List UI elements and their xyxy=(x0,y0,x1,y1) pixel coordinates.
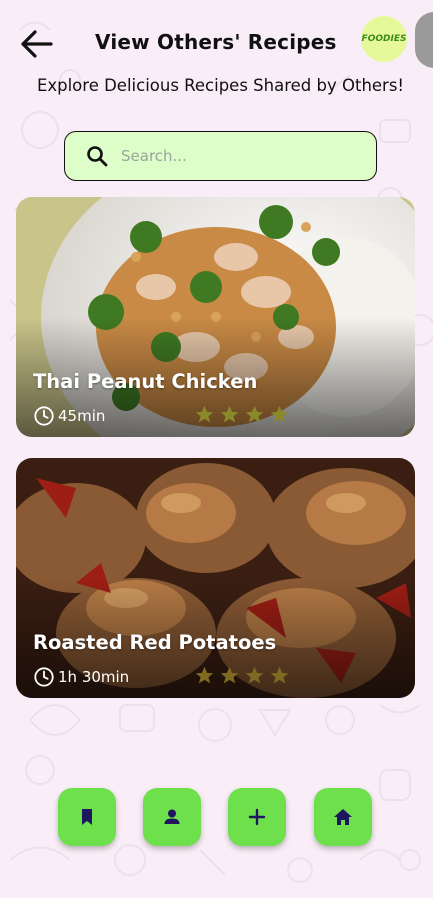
recipe-card[interactable]: Roasted Red Potatoes 1h 30min xyxy=(16,458,415,698)
star-icon xyxy=(270,666,289,684)
page-title: View Others' Recipes xyxy=(95,30,337,54)
star-icon xyxy=(270,405,289,423)
star-icon xyxy=(245,666,264,684)
back-button[interactable] xyxy=(18,26,54,62)
recipe-card[interactable]: Thai Peanut Chicken 45min xyxy=(16,197,415,437)
home-button[interactable] xyxy=(314,788,372,846)
star-icon xyxy=(245,405,264,423)
logo-text: FOODIES xyxy=(361,34,407,44)
header: View Others' Recipes FOODIES xyxy=(0,12,433,68)
recipe-time: 45min xyxy=(33,405,105,427)
recipe-time: 1h 30min xyxy=(33,666,129,688)
plus-icon xyxy=(248,808,266,826)
star-icon xyxy=(195,405,214,423)
search-icon xyxy=(87,146,108,167)
star-icon xyxy=(220,666,239,684)
search-input[interactable] xyxy=(121,147,341,165)
clock-icon xyxy=(34,667,54,687)
bookmarks-button[interactable] xyxy=(58,788,116,846)
recipe-rating xyxy=(194,665,290,686)
recipe-rating xyxy=(194,404,290,425)
recipe-title: Thai Peanut Chicken xyxy=(33,370,258,393)
profile-button[interactable] xyxy=(143,788,201,846)
star-icon xyxy=(220,405,239,423)
person-icon xyxy=(164,809,180,824)
arrow-left-icon xyxy=(21,30,53,58)
search-bar[interactable] xyxy=(64,131,377,181)
corner-handle xyxy=(415,12,433,68)
home-icon xyxy=(334,809,352,825)
recipe-time-label: 1h 30min xyxy=(58,668,130,686)
app-logo: FOODIES xyxy=(361,16,407,62)
star-icon xyxy=(195,666,214,684)
page-subtitle: Explore Delicious Recipes Shared by Othe… xyxy=(36,76,405,95)
add-recipe-button[interactable] xyxy=(228,788,286,846)
bottom-nav xyxy=(0,788,433,846)
bookmark-icon xyxy=(82,809,92,825)
recipe-time-label: 45min xyxy=(58,407,106,425)
clock-icon xyxy=(34,406,54,426)
recipe-title: Roasted Red Potatoes xyxy=(33,631,277,654)
